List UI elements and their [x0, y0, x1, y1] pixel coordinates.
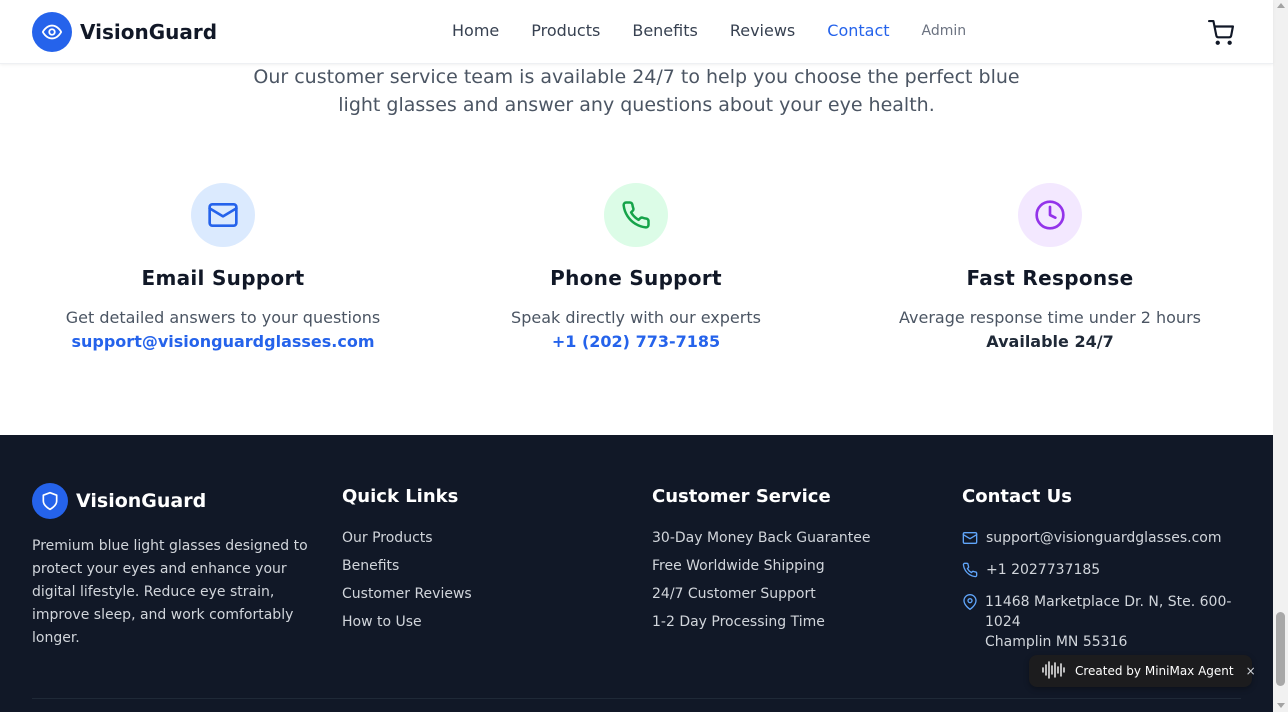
address-line1: 11468 Marketplace Dr. N, Ste. 600-1024: [985, 594, 1232, 630]
page-scrollbar[interactable]: [1273, 0, 1288, 712]
feature-desc: Speak directly with our experts: [511, 308, 761, 327]
contact-phone: +1 2027737185: [986, 562, 1101, 578]
contact-intro: Our customer service team is available 2…: [253, 66, 1020, 116]
quick-links-heading: Quick Links: [342, 486, 459, 507]
footer-brand[interactable]: VisionGuard: [32, 483, 206, 519]
contact-address-row: 11468 Marketplace Dr. N, Ste. 600-1024 C…: [962, 592, 1242, 652]
scrollbar-thumb[interactable]: [1276, 612, 1285, 686]
feature-phone: Phone Support Speak directly with our ex…: [456, 183, 816, 354]
contact-email-row[interactable]: support@visionguardglasses.com: [962, 528, 1242, 548]
footer-link-customer-reviews[interactable]: Customer Reviews: [342, 584, 472, 604]
mail-icon: [962, 530, 978, 546]
footer-brand-name: VisionGuard: [76, 490, 207, 512]
close-icon[interactable]: ×: [1246, 664, 1256, 678]
created-by-badge[interactable]: Created by MiniMax Agent ×: [1029, 655, 1256, 687]
site-header: VisionGuard Home Products Benefits Revie…: [0, 0, 1273, 64]
email-link[interactable]: support@visionguardglasses.com: [71, 332, 374, 351]
page: VisionGuard Home Products Benefits Revie…: [0, 0, 1288, 712]
service-item: 1-2 Day Processing Time: [652, 614, 825, 630]
main-nav: Home Products Benefits Reviews Contact A…: [452, 21, 966, 40]
shopping-cart-icon[interactable]: [1208, 20, 1234, 46]
feature-title: Phone Support: [550, 266, 722, 290]
phone-icon: [962, 562, 978, 578]
mail-icon: [191, 183, 255, 247]
phone-icon: [604, 183, 668, 247]
brand[interactable]: VisionGuard: [32, 12, 217, 52]
scroll-down-arrow-icon[interactable]: [1277, 703, 1285, 708]
map-pin-icon: [962, 594, 978, 610]
nav-benefits[interactable]: Benefits: [632, 21, 698, 40]
service-item: 24/7 Customer Support: [652, 586, 816, 602]
feature-title: Fast Response: [966, 266, 1134, 290]
quick-links-list: Our Products Benefits Customer Reviews H…: [342, 528, 472, 640]
footer-about: Premium blue light glasses designed to p…: [32, 538, 308, 646]
nav-products[interactable]: Products: [531, 21, 600, 40]
nav-contact[interactable]: Contact: [827, 21, 889, 40]
nav-reviews[interactable]: Reviews: [730, 21, 795, 40]
brand-name: VisionGuard: [80, 20, 218, 44]
nav-home[interactable]: Home: [452, 21, 499, 40]
footer-divider: [32, 698, 1241, 699]
shield-icon: [32, 483, 68, 519]
contact-list: support@visionguardglasses.com +1 202773…: [962, 528, 1242, 664]
feature-response: Fast Response Average response time unde…: [870, 183, 1230, 354]
customer-service-heading: Customer Service: [652, 486, 831, 507]
contact-phone-row[interactable]: +1 2027737185: [962, 560, 1242, 580]
footer-link-benefits[interactable]: Benefits: [342, 556, 472, 576]
footer-link-our-products[interactable]: Our Products: [342, 528, 472, 548]
feature-desc: Get detailed answers to your questions: [65, 308, 381, 327]
footer-link-how-to-use[interactable]: How to Use: [342, 612, 472, 632]
availability-text: Available 24/7: [986, 332, 1114, 351]
feature-email: Email Support Get detailed answers to yo…: [43, 183, 403, 354]
contact-us-heading: Contact Us: [962, 486, 1073, 507]
customer-service-list: 30-Day Money Back Guarantee Free Worldwi…: [652, 528, 871, 640]
clock-icon: [1018, 183, 1082, 247]
phone-link[interactable]: +1 (202) 773-7185: [552, 332, 720, 351]
service-item: 30-Day Money Back Guarantee: [652, 530, 871, 546]
contact-email: support@visionguardglasses.com: [986, 530, 1222, 546]
nav-admin[interactable]: Admin: [922, 23, 967, 39]
feature-desc: Average response time under 2 hours: [899, 308, 1201, 327]
eye-icon: [32, 12, 72, 52]
waveform-icon: [1041, 660, 1067, 683]
feature-title: Email Support: [141, 266, 305, 290]
contact-address: 11468 Marketplace Dr. N, Ste. 600-1024 C…: [985, 592, 1242, 652]
address-line2: Champlin MN 55316: [985, 634, 1128, 650]
service-item: Free Worldwide Shipping: [652, 558, 825, 574]
badge-text: Created by MiniMax Agent: [1075, 664, 1234, 678]
scroll-up-arrow-icon[interactable]: [1277, 3, 1285, 8]
